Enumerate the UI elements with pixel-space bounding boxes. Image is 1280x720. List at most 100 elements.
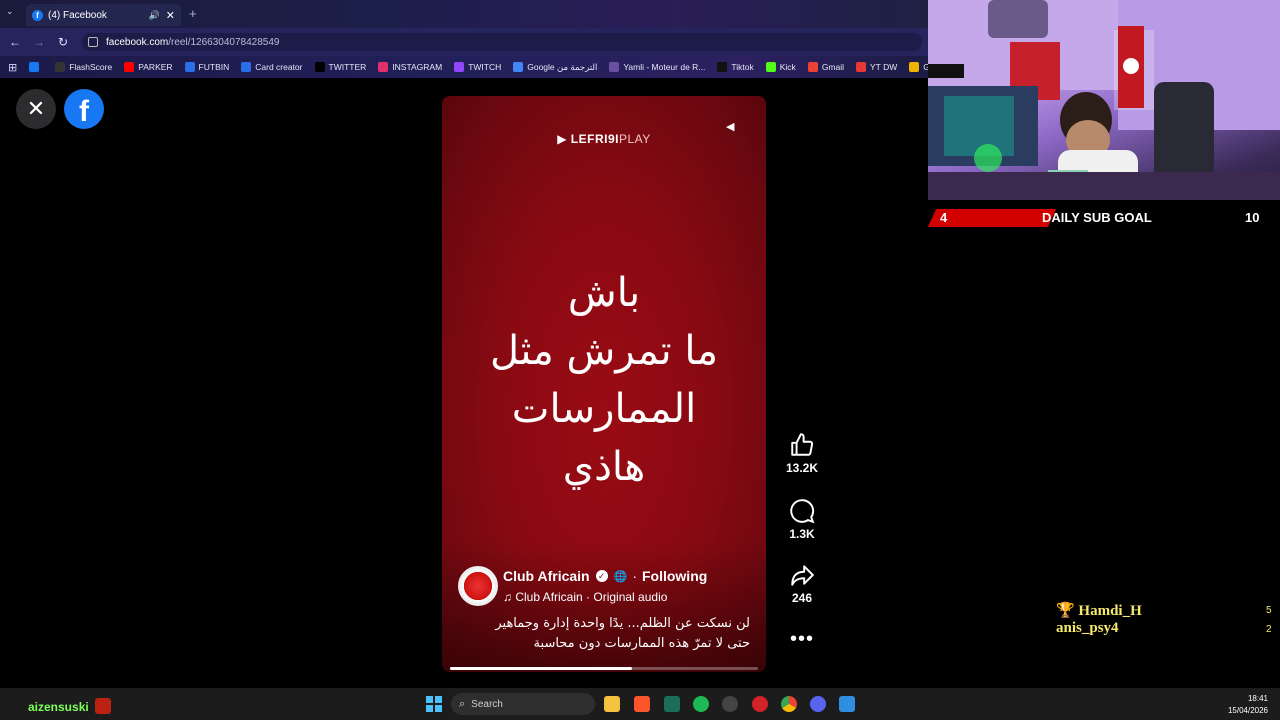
bookmarks-bar: ⊞ FlashScore PARKER FUTBIN Card creator TWIT… <box>0 56 928 78</box>
terminal-app-icon[interactable] <box>664 696 680 712</box>
back-icon[interactable]: ← <box>8 35 22 49</box>
folder-icon <box>909 62 920 72</box>
file-explorer-icon[interactable] <box>604 696 620 712</box>
leaderboard-value: 5 <box>1266 605 1272 616</box>
bookmark-label: Tiktok <box>731 62 754 72</box>
bookmark-item[interactable]: Gmail <box>807 62 845 72</box>
kick-icon <box>765 62 776 72</box>
twitch-icon <box>454 62 465 72</box>
more-options-icon[interactable]: ••• <box>778 628 826 651</box>
bookmark-item[interactable]: YT DW <box>856 62 897 72</box>
gmail-icon <box>807 62 818 72</box>
caption-line: حتى لا تمرّ هذه الممارسات دون محاسبة <box>533 636 750 651</box>
bookmark-item[interactable]: GettyImages - H <box>909 62 928 72</box>
youtube-icon <box>124 62 135 72</box>
goal-label: DAILY SUB GOAL <box>1042 210 1152 225</box>
bookmark-label: Google الترجمة من <box>527 61 598 72</box>
overlay-line: هاذي <box>562 444 646 490</box>
bookmark-label: INSTAGRAM <box>392 62 443 72</box>
tab-facebook[interactable]: f (4) Facebook 🔊 ✕ <box>26 4 181 26</box>
url-host: facebook.com <box>106 36 169 48</box>
reel-brand-watermark: ▶ LEFRI9IPLAY <box>557 132 651 146</box>
yamli-icon <box>609 62 620 72</box>
apps-grid-icon[interactable]: ⊞ <box>8 61 17 74</box>
url-bar[interactable]: facebook.com/reel/1266304078428549 <box>82 33 922 51</box>
x-icon <box>314 62 325 72</box>
photos-app-icon[interactable] <box>839 696 855 712</box>
bookmark-label: Card creator <box>255 62 303 72</box>
close-reel-button[interactable]: ✕ <box>16 89 56 129</box>
bookmark-label: Gmail <box>821 62 845 72</box>
comment-button[interactable]: 1.3K <box>778 498 826 541</box>
new-tab-button[interactable]: + <box>189 6 197 21</box>
bookmark-label: FUTBIN <box>198 62 230 72</box>
search-placeholder: Search <box>471 698 503 710</box>
tab-close-icon[interactable]: ✕ <box>166 9 175 22</box>
bookmark-label: Yamli - Moteur de R... <box>623 62 706 72</box>
thumbs-up-icon <box>791 433 814 456</box>
leaderboard-name: 🏆 Hamdi_H <box>1056 603 1142 619</box>
instagram-icon <box>378 62 389 72</box>
speaker-icon[interactable]: 🔊 <box>149 10 160 21</box>
forward-icon[interactable]: → <box>32 35 46 49</box>
share-button[interactable]: 246 <box>778 562 826 605</box>
verified-badge-icon: ✓ <box>595 570 608 582</box>
bookmark-item[interactable]: Tiktok <box>717 62 754 72</box>
streamer-badge-icon <box>95 698 111 714</box>
bookmark-item[interactable]: INSTAGRAM <box>378 62 442 72</box>
tab-search-chevron-icon[interactable]: ⌄ <box>6 6 14 17</box>
site-info-icon[interactable] <box>88 37 98 47</box>
bookmark-item[interactable]: Card creator <box>241 62 303 72</box>
webcam-scene <box>928 0 1280 200</box>
audio-link[interactable]: ♫ Club Africain · Original audio <box>503 590 667 604</box>
bookmark-item[interactable]: Google الترجمة من <box>513 62 597 73</box>
overlay-line: باش <box>567 270 641 316</box>
taskbar-search[interactable]: ⌕ Search <box>451 693 595 715</box>
video-progress-bar[interactable] <box>450 667 758 670</box>
play-triangle-icon: ◀ <box>726 121 735 133</box>
facebook-icon <box>29 62 40 72</box>
obs-icon[interactable] <box>722 696 738 712</box>
opera-gx-icon[interactable] <box>752 696 768 712</box>
reel-video[interactable]: ▶ LEFRI9IPLAY ◀ باش ما تمرش مثل الممارسا… <box>442 96 766 672</box>
bookmark-item[interactable]: TWITTER <box>314 62 367 72</box>
discord-icon[interactable] <box>810 696 826 712</box>
bookmark-label: PARKER <box>138 62 173 72</box>
bookmark-label: FlashScore <box>69 62 113 72</box>
bookmark-label: TWITTER <box>328 62 367 72</box>
brave-browser-icon[interactable] <box>634 696 650 712</box>
bookmark-item[interactable]: FUTBIN <box>184 62 230 72</box>
overlay-line: الممارسات <box>511 386 697 432</box>
streamer-webcam <box>928 0 1280 200</box>
leaderboard-value: 2 <box>1266 624 1272 635</box>
like-button[interactable]: 13.2K <box>778 432 826 475</box>
bookmark-label: Kick <box>779 62 796 72</box>
bookmark-item[interactable]: FlashScore <box>55 62 112 72</box>
tab-title: (4) Facebook <box>48 9 107 21</box>
facebook-logo-icon[interactable]: f <box>64 89 104 129</box>
spotify-icon[interactable] <box>693 696 709 712</box>
futbin-icon <box>184 62 195 72</box>
separator-dot: · <box>632 568 637 584</box>
clock-date[interactable]: 15/04/2026 <box>1220 706 1268 715</box>
facebook-favicon-icon: f <box>32 9 43 21</box>
reload-icon[interactable]: ↻ <box>56 35 70 49</box>
bookmark-item[interactable]: TWITCH <box>454 62 501 72</box>
follow-status[interactable]: Following <box>642 568 707 584</box>
flashscore-icon <box>55 62 66 72</box>
overlay-line: ما تمرش مثل <box>490 328 718 374</box>
account-name[interactable]: Club Africain <box>503 568 590 584</box>
clock-time[interactable]: 18:41 <box>1236 694 1268 703</box>
account-avatar[interactable] <box>458 566 498 606</box>
reel-overlay-text: باش ما تمرش مثل الممارسات هاذي <box>442 264 766 496</box>
bookmark-item[interactable]: Kick <box>765 62 796 72</box>
video-progress-fill <box>450 667 632 670</box>
windows-start-icon[interactable] <box>426 696 442 712</box>
chrome-icon[interactable] <box>781 696 797 712</box>
brand-name: LEFRI9I <box>570 132 619 146</box>
bookmark-item[interactable]: Yamli - Moteur de R... <box>609 62 705 72</box>
bookmark-item[interactable] <box>29 62 43 72</box>
bookmark-item[interactable]: PARKER <box>124 62 173 72</box>
daily-sub-goal-bar: 4 DAILY SUB GOAL 10 <box>918 206 1280 230</box>
like-count: 13.2K <box>785 461 819 475</box>
